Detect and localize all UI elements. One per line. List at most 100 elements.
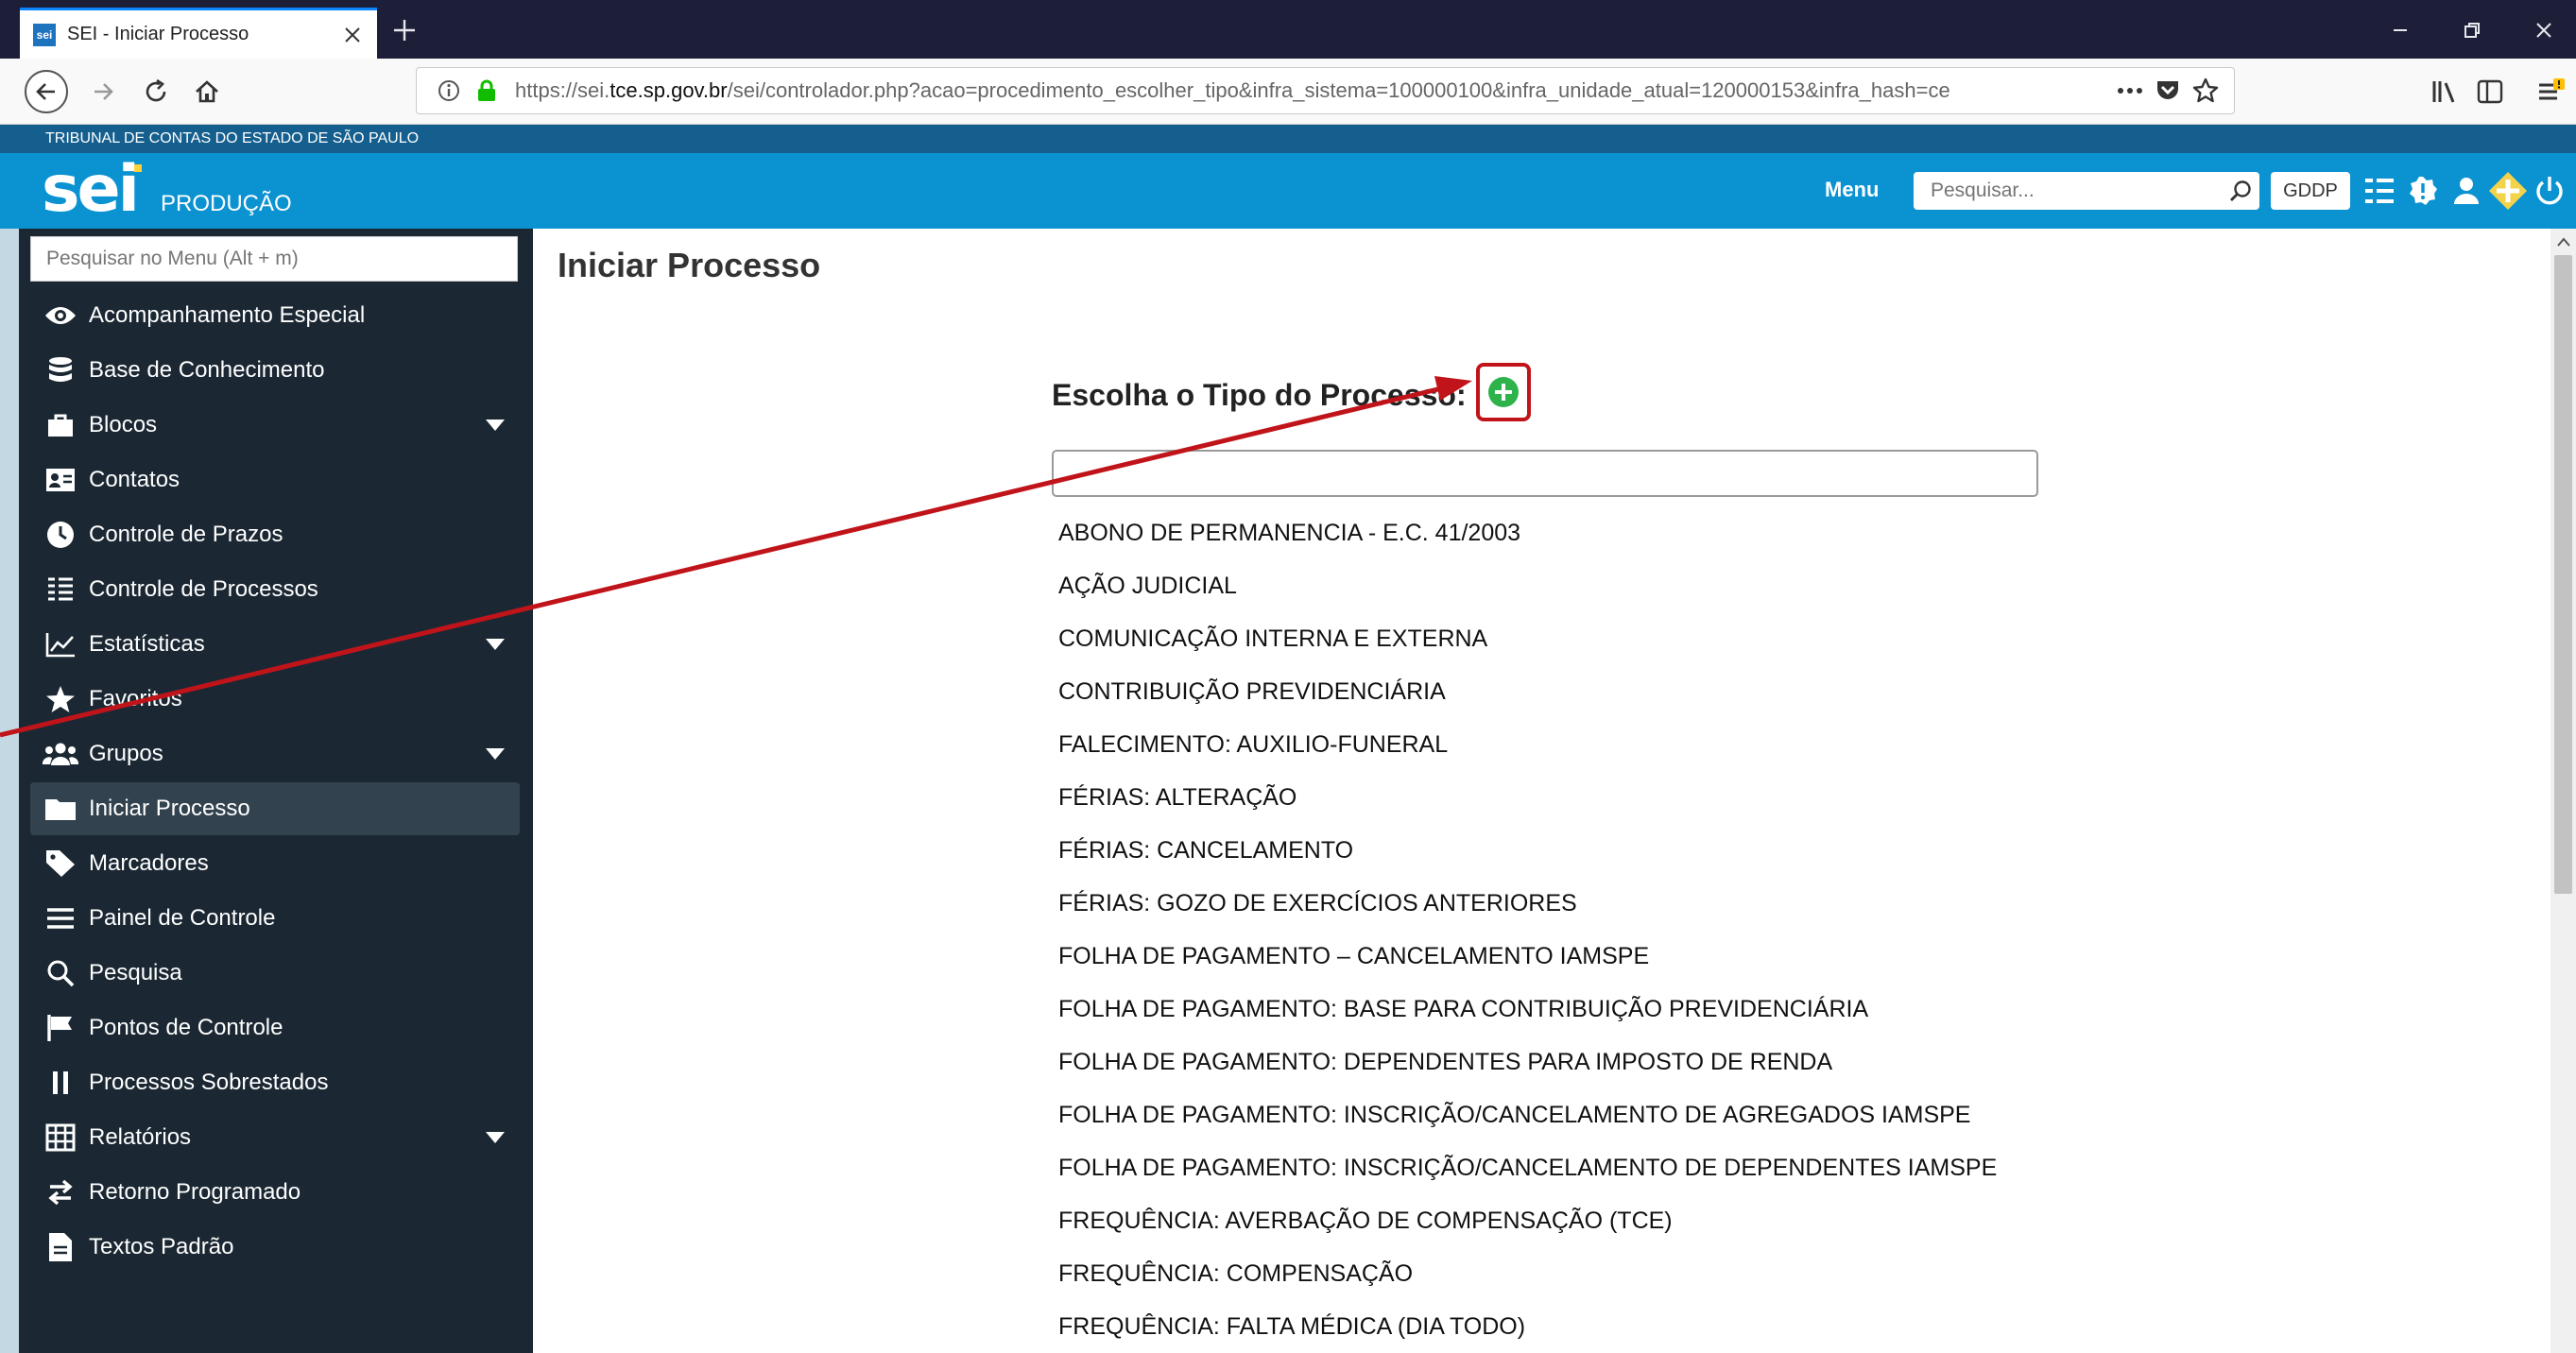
restore-window-icon[interactable] <box>2449 11 2495 49</box>
main-content: Iniciar Processo Escolha o Tipo do Proce… <box>533 229 2550 1353</box>
process-type-item[interactable]: FREQUÊNCIA: AVERBAÇÃO DE COMPENSAÇÃO (TC… <box>1058 1207 1673 1235</box>
sidebar-item-controle-de-processos[interactable]: Controle de Processos <box>30 563 520 616</box>
process-type-item[interactable]: FÉRIAS: ALTERAÇÃO <box>1058 784 1297 812</box>
sidebar-item-acompanhamento-especial[interactable]: Acompanhamento Especial <box>30 289 520 342</box>
show-all-types-button[interactable] <box>1476 363 1531 421</box>
menu-toggle-link[interactable]: Menu <box>1825 178 1879 202</box>
search-icon <box>42 954 79 992</box>
top-search-input[interactable] <box>1914 173 2222 209</box>
logo-dot-icon <box>134 164 142 172</box>
star-icon <box>42 680 79 718</box>
process-type-item[interactable]: FOLHA DE PAGAMENTO – CANCELAMENTO IAMSPE <box>1058 943 1649 970</box>
sidebar-item-grupos[interactable]: Grupos <box>30 728 520 780</box>
pocket-icon[interactable] <box>2149 72 2187 110</box>
library-icon[interactable] <box>2423 70 2466 113</box>
sidebar-item-label: Grupos <box>89 741 163 766</box>
alert-badge-icon[interactable] <box>2402 170 2444 212</box>
process-type-item[interactable]: FOLHA DE PAGAMENTO: BASE PARA CONTRIBUIÇ… <box>1058 996 1868 1023</box>
search-icon[interactable] <box>2222 172 2259 210</box>
bookmark-star-icon[interactable] <box>2187 72 2224 110</box>
power-logout-icon[interactable] <box>2529 170 2570 212</box>
sidebar-item-label: Contatos <box>89 467 180 492</box>
url-bar[interactable]: https://sei.tce.sp.gov.br/sei/controlado… <box>416 67 2235 114</box>
url-text: https://sei.tce.sp.gov.br/sei/controlado… <box>515 78 1950 102</box>
close-window-icon[interactable] <box>2521 11 2567 49</box>
unit-selector[interactable]: GDDP <box>2271 172 2350 210</box>
accessibility-icon[interactable] <box>2487 170 2529 212</box>
sidebar-item-controle-de-prazos[interactable]: Controle de Prazos <box>30 508 520 561</box>
process-type-item[interactable]: FOLHA DE PAGAMENTO: INSCRIÇÃO/CANCELAMEN… <box>1058 1102 1970 1129</box>
page-actions-icon[interactable] <box>2111 72 2149 110</box>
sidebar-item-marcadores[interactable]: Marcadores <box>30 837 520 890</box>
sidebar-item-relatorios[interactable]: Relatórios <box>30 1111 520 1164</box>
process-type-item[interactable]: CONTRIBUIÇÃO PREVIDENCIÁRIA <box>1058 678 1446 706</box>
sidebar-item-contatos[interactable]: Contatos <box>30 454 520 506</box>
hamburger-menu-icon[interactable] <box>2529 70 2572 113</box>
sidebar-toggle-icon[interactable] <box>2468 70 2512 113</box>
back-arrow-icon[interactable] <box>25 70 68 113</box>
sidebar-item-label: Base de Conhecimento <box>89 357 325 383</box>
process-type-item[interactable]: COMUNICAÇÃO INTERNA E EXTERNA <box>1058 625 1487 653</box>
sidebar-item-pontos-de-controle[interactable]: Pontos de Controle <box>30 1002 520 1054</box>
caret-down-icon[interactable] <box>482 631 508 658</box>
caret-down-icon[interactable] <box>482 1124 508 1151</box>
user-icon[interactable] <box>2446 170 2487 212</box>
document-icon <box>42 1228 79 1266</box>
table-icon <box>42 1119 79 1156</box>
page-title: Iniciar Processo <box>558 246 821 284</box>
flag-icon <box>42 1009 79 1047</box>
sidebar-item-favoritos[interactable]: Favoritos <box>30 673 520 726</box>
page-scrollbar[interactable] <box>2550 229 2576 1353</box>
forward-arrow-icon[interactable] <box>81 70 125 113</box>
environment-label: PRODUÇÃO <box>161 191 292 216</box>
minimize-window-icon[interactable] <box>2378 11 2423 49</box>
sidebar-item-estatisticas[interactable]: Estatísticas <box>30 618 520 671</box>
scroll-up-arrow-icon[interactable] <box>2550 229 2576 255</box>
sei-logo[interactable]: sei <box>42 155 140 225</box>
sidebar-item-retorno-programado[interactable]: Retorno Programado <box>30 1166 520 1219</box>
browser-tab[interactable]: sei SEI - Iniciar Processo <box>20 8 377 59</box>
process-type-item[interactable]: FOLHA DE PAGAMENTO: INSCRIÇÃO/CANCELAMEN… <box>1058 1155 1997 1182</box>
sidebar-item-label: Blocos <box>89 412 158 437</box>
users-icon <box>42 735 79 773</box>
home-icon[interactable] <box>185 70 229 113</box>
caret-down-icon[interactable] <box>482 741 508 767</box>
process-type-item[interactable]: ABONO DE PERMANENCIA - E.C. 41/2003 <box>1058 520 1520 547</box>
sidebar-item-painel-de-controle[interactable]: Painel de Controle <box>30 892 520 945</box>
top-search-box <box>1914 172 2259 210</box>
reload-icon[interactable] <box>134 70 178 113</box>
list-icon <box>42 571 79 608</box>
new-tab-icon[interactable] <box>386 11 423 49</box>
tab-close-icon[interactable] <box>334 16 371 54</box>
info-icon[interactable] <box>430 72 468 110</box>
sei-favicon-icon: sei <box>33 23 56 46</box>
process-type-item[interactable]: AÇÃO JUDICIAL <box>1058 573 1237 600</box>
line-chart-icon <box>42 625 79 663</box>
sidebar-item-iniciar-processo[interactable]: Iniciar Processo <box>30 782 520 835</box>
browser-tab-strip: sei SEI - Iniciar Processo <box>0 0 2576 59</box>
process-type-item[interactable]: FALECIMENTO: AUXILIO-FUNERAL <box>1058 731 1448 759</box>
menu-search-input[interactable] <box>30 236 518 282</box>
process-type-filter-input[interactable] <box>1052 450 2038 497</box>
sidebar-item-blocos[interactable]: Blocos <box>30 399 520 452</box>
process-type-item[interactable]: FÉRIAS: GOZO DE EXERCÍCIOS ANTERIORES <box>1058 890 1577 917</box>
process-type-item[interactable]: FREQUÊNCIA: FALTA MÉDICA (DIA TODO) <box>1058 1313 1525 1341</box>
org-bar: TRIBUNAL DE CONTAS DO ESTADO DE SÃO PAUL… <box>0 125 2576 153</box>
lock-icon[interactable] <box>468 72 506 110</box>
process-type-item[interactable]: FOLHA DE PAGAMENTO: DEPENDENTES PARA IMP… <box>1058 1049 1832 1076</box>
briefcase-icon <box>42 406 79 444</box>
sidebar-item-textos-padrao[interactable]: Textos Padrão <box>30 1221 520 1274</box>
bars-icon <box>42 899 79 937</box>
sidebar-item-label: Retorno Programado <box>89 1179 301 1205</box>
sidebar-item-label: Estatísticas <box>89 631 205 657</box>
sidebar-menu: Acompanhamento Especial Base de Conhecim… <box>19 229 533 1353</box>
control-list-icon[interactable] <box>2359 170 2400 212</box>
caret-down-icon[interactable] <box>482 412 508 438</box>
sidebar-item-pesquisa[interactable]: Pesquisa <box>30 947 520 1000</box>
sidebar-item-base-de-conhecimento[interactable]: Base de Conhecimento <box>30 344 520 397</box>
sidebar-item-processos-sobrestados[interactable]: Processos Sobrestados <box>30 1056 520 1109</box>
tab-title: SEI - Iniciar Processo <box>67 24 249 44</box>
process-type-item[interactable]: FREQUÊNCIA: COMPENSAÇÃO <box>1058 1260 1413 1288</box>
process-type-item[interactable]: FÉRIAS: CANCELAMENTO <box>1058 837 1353 865</box>
scrollbar-thumb[interactable] <box>2554 255 2572 894</box>
